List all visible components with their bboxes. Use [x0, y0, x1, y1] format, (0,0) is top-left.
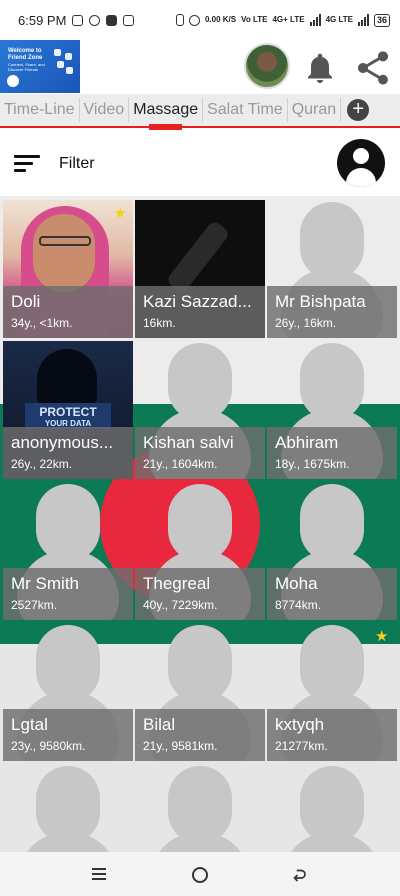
bell-icon[interactable] [302, 48, 338, 88]
tab-time-line[interactable]: Time-Line [0, 98, 80, 122]
profile-detail: 21277km. [275, 739, 328, 753]
profile-detail: 23y., 9580km. [11, 739, 86, 753]
profile-card[interactable]: Bilal 21y., 9581km. [135, 623, 265, 761]
vibrate-icon [175, 14, 184, 26]
instagram-icon [123, 14, 135, 26]
profile-name: Lgtal [11, 715, 48, 734]
status-time: 6:59 PM [18, 12, 67, 28]
system-nav-bar [0, 852, 400, 896]
profile-card-partial[interactable] [267, 764, 397, 852]
star-icon: ★ [113, 205, 127, 222]
profile-name: Moha [275, 574, 318, 593]
network-speed: 0.00 K/S [204, 15, 237, 24]
profile-detail: 8774km. [275, 598, 322, 612]
profile-card-partial[interactable] [3, 764, 133, 852]
profile-card[interactable]: ★ Doli 34y., <1km. [3, 200, 133, 338]
status-bar: 6:59 PM 0.00 K/S Vo LTE 4G+ LTE 4G LTE 3… [0, 0, 400, 40]
tab-bar: Time-Line Video Massage Salat Time Quran… [0, 94, 400, 130]
profile-detail: 21y., 1604km. [143, 457, 218, 471]
profile-name: Bilal [143, 715, 176, 734]
messenger-icon [89, 14, 101, 26]
tab-quran[interactable]: Quran [288, 98, 342, 122]
profile-detail: 2527km. [11, 598, 58, 612]
home-icon[interactable] [192, 867, 208, 883]
network-4g-plus: 4G+ LTE [272, 15, 305, 24]
default-avatar-icon [3, 764, 133, 852]
profile-card[interactable]: Lgtal 23y., 9580km. [3, 623, 133, 761]
profile-name: Thegreal [143, 574, 211, 593]
profile-detail: 16km. [143, 316, 176, 330]
default-avatar-icon [135, 764, 265, 852]
profile-detail: 18y., 1675km. [275, 457, 350, 471]
profile-card[interactable]: Kazi Sazzad... 16km. [135, 200, 265, 338]
profile-card[interactable]: Abhiram 18y., 1675km. [267, 341, 397, 479]
profile-card[interactable]: kxtyqh 21277km. [267, 623, 397, 761]
profile-card[interactable]: Moha 8774km. [267, 482, 397, 620]
signal-icon [309, 14, 321, 26]
profile-name: Kazi Sazzad... [143, 292, 252, 311]
profile-detail: 26y., 16km. [275, 316, 337, 330]
signal-icon-2 [357, 14, 369, 26]
account-icon[interactable] [337, 139, 385, 187]
photo-text-line1: PROTECT [39, 405, 97, 419]
back-icon[interactable] [290, 866, 308, 884]
share-icon[interactable] [352, 48, 394, 88]
filter-bar: Filter [0, 130, 400, 196]
app-header: Welcome to Friend Zone Connect, Share, a… [0, 40, 400, 94]
profile-detail: 34y., <1km. [11, 316, 73, 330]
tab-salat-time[interactable]: Salat Time [203, 98, 288, 122]
alarm-icon [188, 14, 200, 26]
profile-card[interactable]: Thegreal 40y., 7229km. [135, 482, 265, 620]
banner-graphic [54, 49, 74, 79]
welcome-banner[interactable]: Welcome to Friend Zone Connect, Share, a… [0, 40, 80, 93]
tab-massage[interactable]: Massage [129, 98, 204, 130]
notification-icon [72, 14, 84, 26]
youtube-icon [106, 14, 118, 26]
profile-name: Kishan salvi [143, 433, 234, 452]
tab-video[interactable]: Video [80, 98, 130, 122]
profile-card[interactable]: Kishan salvi 21y., 1604km. [135, 341, 265, 479]
app-logo-icon [7, 75, 19, 87]
profile-card[interactable]: Mr Bishpata 26y., 16km. [267, 200, 397, 338]
recents-icon[interactable] [92, 867, 106, 881]
profile-detail: 21y., 9581km. [143, 739, 218, 753]
profile-name: anonymous... [11, 433, 114, 452]
profile-card[interactable]: Mr Smith 2527km. [3, 482, 133, 620]
profile-name: Mr Bishpata [275, 292, 366, 311]
banner-line3: Connect, Share, and Discover Friends [8, 62, 45, 72]
profile-card[interactable]: PROTECT YOUR DATA anonymous... 26y., 22km. [3, 341, 133, 479]
profile-detail: 26y., 22km. [11, 457, 73, 471]
profile-name: kxtyqh [275, 715, 325, 734]
volte-indicator: Vo LTE [241, 15, 268, 24]
profile-avatar[interactable] [244, 43, 290, 89]
profile-name: Doli [11, 292, 41, 311]
profile-name: Mr Smith [11, 574, 79, 593]
network-4g: 4G LTE [325, 15, 353, 24]
filter-label[interactable]: Filter [59, 155, 95, 173]
profile-detail: 40y., 7229km. [143, 598, 218, 612]
add-tab-button[interactable]: + [347, 99, 370, 121]
filter-icon[interactable] [14, 155, 40, 173]
battery-indicator: 36 [373, 13, 390, 27]
default-avatar-icon [267, 764, 397, 852]
profile-card-partial[interactable] [135, 764, 265, 852]
profile-name: Abhiram [275, 433, 339, 452]
profile-grid: ★ Doli 34y., <1km. Kazi Sazzad... 16km. Mr… [0, 196, 400, 852]
